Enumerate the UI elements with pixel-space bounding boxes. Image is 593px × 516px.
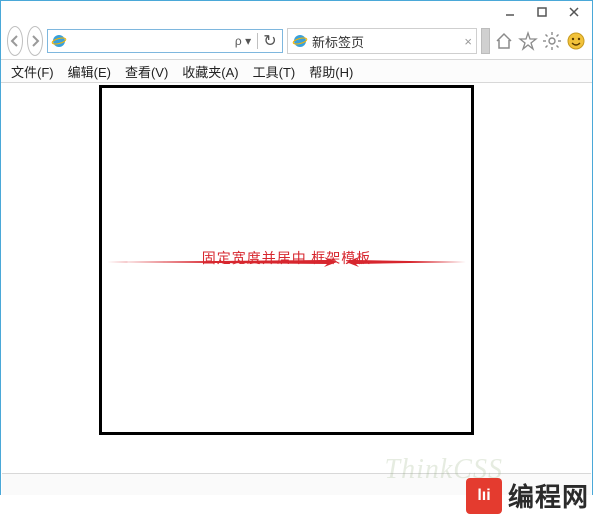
menu-bar: 文件(F) 编辑(E) 查看(V) 收藏夹(A) 工具(T) 帮助(H) [1,59,592,83]
settings-gear-icon[interactable] [542,31,562,51]
smiley-icon[interactable] [566,31,586,51]
address-input[interactable] [70,34,229,48]
watermark-brand: lıi 编程网 [466,477,589,514]
maximize-button[interactable] [526,2,558,22]
brand-logo-icon: lıi [466,478,502,514]
menu-edit[interactable]: 编辑(E) [68,62,111,81]
menu-favorites[interactable]: 收藏夹(A) [182,62,238,81]
new-tab-button[interactable] [481,28,490,54]
chrome-toolbar [494,31,586,51]
ie-logo-icon [48,33,70,49]
menu-file[interactable]: 文件(F) [11,62,54,81]
nav-row: ρ ▾ ↻ 新标签页 × [1,23,592,59]
favorites-star-icon[interactable] [518,31,538,51]
refresh-icon[interactable]: ↻ [258,31,282,51]
tab-close-icon[interactable]: × [464,34,472,49]
tab-ie-icon [292,33,308,49]
menu-help[interactable]: 帮助(H) [309,62,353,81]
minimize-button[interactable] [494,2,526,22]
menu-view[interactable]: 查看(V) [125,62,168,81]
forward-button[interactable] [27,26,43,56]
browser-tab[interactable]: 新标签页 × [287,28,477,54]
home-icon[interactable] [494,31,514,51]
close-button[interactable] [558,2,590,22]
brand-text: 编程网 [508,477,589,514]
ie-window: ρ ▾ ↻ 新标签页 × 文件( [0,0,593,495]
arrow-right-icon [346,255,466,269]
tab-title: 新标签页 [312,32,460,51]
address-bar[interactable]: ρ ▾ ↻ [47,29,283,53]
page-viewport: 固定宽度并居中 框架模板 [2,85,591,471]
menu-tools[interactable]: 工具(T) [253,62,296,81]
centered-frame-demo: 固定宽度并居中 框架模板 [99,85,474,435]
titlebar [1,1,592,23]
back-button[interactable] [7,26,23,56]
search-icon[interactable]: ρ ▾ [229,34,257,48]
